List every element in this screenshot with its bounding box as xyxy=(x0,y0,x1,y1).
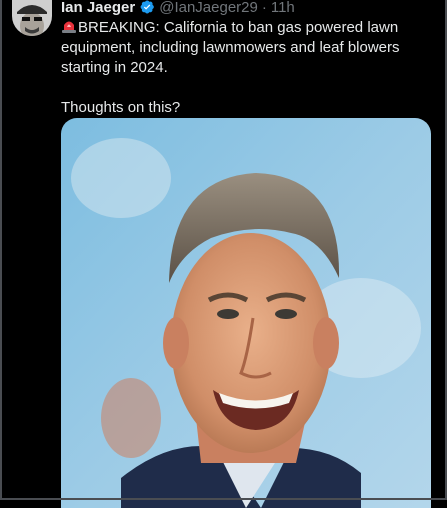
photo-image xyxy=(61,118,431,508)
tweet-text: BREAKING: California to ban gas powered … xyxy=(61,18,436,118)
author-handle[interactable]: @IanJaeger29 xyxy=(159,0,258,16)
siren-emoji-icon xyxy=(61,18,77,34)
tweet-timestamp[interactable]: 11h xyxy=(271,0,295,16)
author-name[interactable]: Ian Jaeger xyxy=(61,0,135,16)
header-separator: · xyxy=(261,0,267,16)
avatar[interactable] xyxy=(12,0,52,36)
avatar-image xyxy=(12,0,52,36)
tweet-text-paragraph-2: Thoughts on this? xyxy=(61,99,181,116)
tweet-text-line-1: BREAKING: California to ban gas powered … xyxy=(61,19,400,76)
frame-left-border xyxy=(0,0,2,500)
tweet-text-paragraph-1: BREAKING: California to ban gas powered … xyxy=(61,18,436,78)
tweet-media-photo[interactable] xyxy=(61,118,431,508)
tweet-header: Ian Jaeger @IanJaeger29 · 11h xyxy=(61,0,295,17)
verified-badge-icon xyxy=(139,0,155,15)
